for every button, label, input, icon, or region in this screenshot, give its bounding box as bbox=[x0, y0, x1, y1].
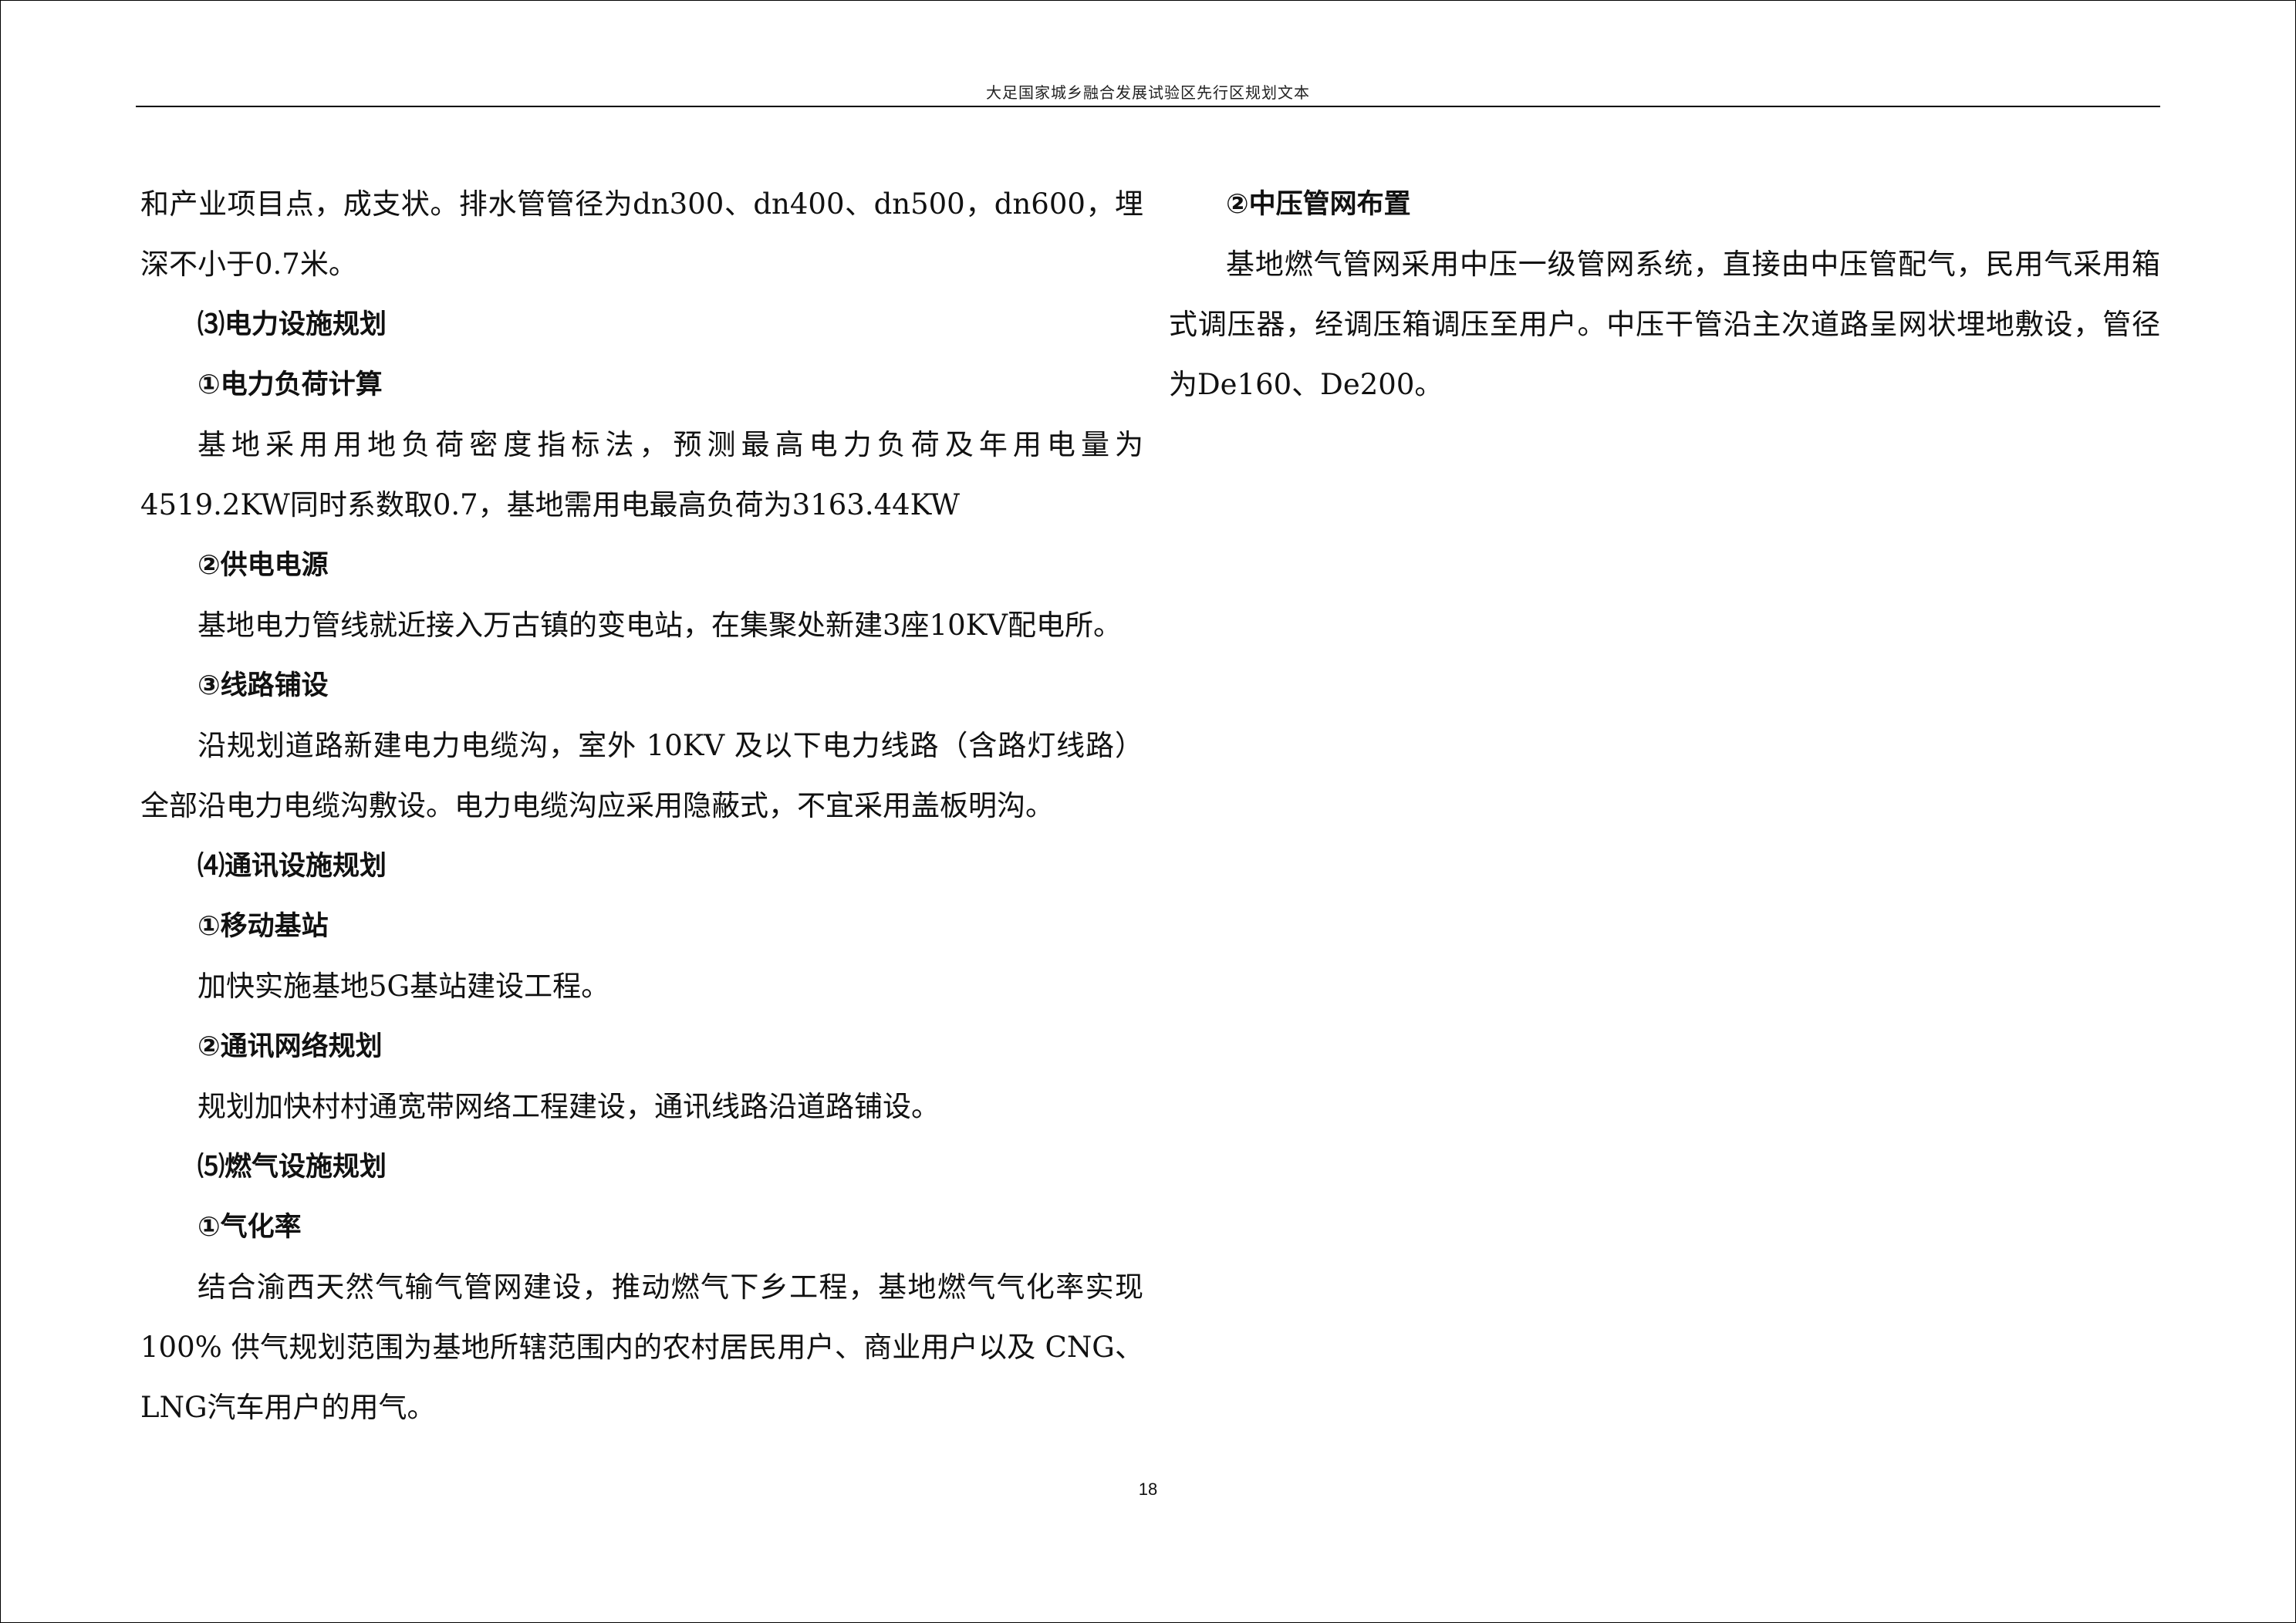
section-heading: ⑶电力设施规划 bbox=[198, 309, 387, 340]
body-paragraph: 和产业项目点，成支状。排水管管径为dn300、dn400、dn500，dn600… bbox=[140, 187, 1143, 281]
page-number: 18 bbox=[1138, 1480, 1158, 1499]
section-heading: ③线路铺设 bbox=[198, 670, 329, 701]
section-heading: ②中压管网布置 bbox=[1226, 189, 1411, 220]
header-divider bbox=[136, 106, 2160, 107]
body-paragraph: 基地采用用地负荷密度指标法，预测最高电力负荷及年用电量为4519.2KW同时系数… bbox=[140, 428, 1143, 521]
section-heading: ①电力负荷计算 bbox=[198, 369, 383, 400]
left-column: 和产业项目点，成支状。排水管管径为dn300、dn400、dn500，dn600… bbox=[140, 174, 1143, 1438]
body-paragraph: 基地电力管线就近接入万古镇的变电站，在集聚处新建3座10KV配电所。 bbox=[198, 609, 1122, 642]
section-heading: ②通讯网络规划 bbox=[198, 1031, 383, 1062]
body-paragraph: 加快实施基地5G基站建设工程。 bbox=[198, 970, 610, 1003]
body-paragraph: 规划加快村村通宽带网络工程建设，通讯线路沿道路铺设。 bbox=[198, 1090, 940, 1123]
section-heading: ①移动基站 bbox=[198, 911, 329, 942]
section-heading: ⑷通讯设施规划 bbox=[198, 851, 387, 882]
page-header-title: 大足国家城乡融合发展试验区先行区规划文本 bbox=[986, 83, 1310, 102]
section-heading: ⑸燃气设施规划 bbox=[198, 1152, 387, 1183]
section-heading: ①气化率 bbox=[198, 1212, 302, 1243]
body-paragraph: 结合渝西天然气输气管网建设，推动燃气下乡工程，基地燃气气化率实现100% 供气规… bbox=[140, 1270, 1143, 1424]
right-column: ②中压管网布置基地燃气管网采用中压一级管网系统，直接由中压管配气，民用气采用箱式… bbox=[1169, 174, 2160, 415]
body-paragraph: 沿规划道路新建电力电缆沟，室外 10KV 及以下电力线路（含路灯线路）全部沿电力… bbox=[140, 729, 1143, 822]
body-paragraph: 基地燃气管网采用中压一级管网系统，直接由中压管配气，民用气采用箱式调压器，经调压… bbox=[1169, 248, 2160, 401]
section-heading: ②供电电源 bbox=[198, 550, 329, 581]
